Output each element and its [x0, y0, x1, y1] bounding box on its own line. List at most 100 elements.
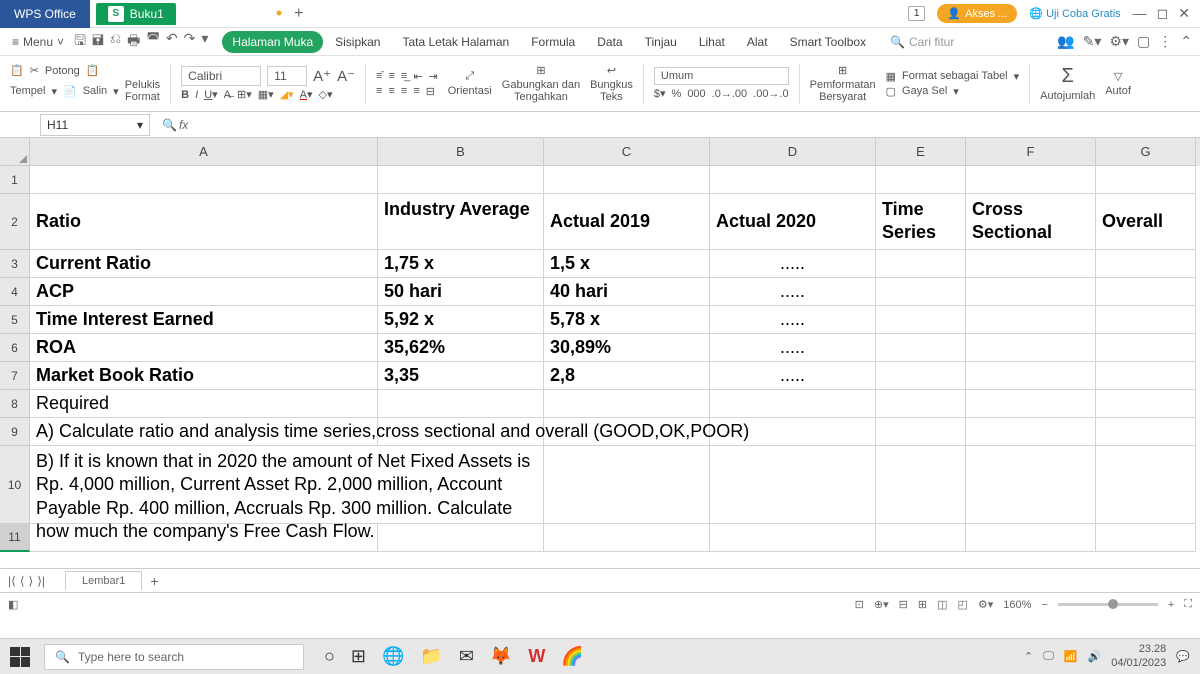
col-header[interactable]: A	[30, 138, 378, 166]
table-format-icon[interactable]: ▦	[886, 70, 896, 83]
firefox-icon[interactable]: 🦊	[490, 646, 512, 667]
cell[interactable]	[710, 446, 876, 524]
cell[interactable]: A) Calculate ratio and analysis time ser…	[30, 418, 378, 446]
cell[interactable]	[1096, 278, 1196, 306]
align-left-icon[interactable]: ≡	[376, 85, 382, 97]
cell[interactable]	[1096, 524, 1196, 552]
cell[interactable]	[1096, 166, 1196, 194]
collapse-ribbon-icon[interactable]: ⌃	[1180, 33, 1192, 50]
overflow-icon[interactable]: ⋮	[1158, 33, 1172, 50]
add-sheet-button[interactable]: +	[150, 573, 158, 589]
cell[interactable]: Cross Sectional	[966, 194, 1096, 250]
cell[interactable]	[1096, 306, 1196, 334]
akses-button[interactable]: 👤 Akses ...	[937, 4, 1017, 23]
col-header[interactable]: C	[544, 138, 710, 166]
sheet-tab[interactable]: Lembar1	[65, 571, 142, 590]
zoom-in-button[interactable]: +	[1168, 599, 1174, 611]
autofilter-label[interactable]: Autof	[1105, 85, 1131, 97]
align-right-icon[interactable]: ≡	[401, 85, 407, 97]
cell[interactable]	[966, 278, 1096, 306]
cell[interactable]: Actual 2020	[710, 194, 876, 250]
mail-icon[interactable]: ✉	[459, 646, 474, 667]
row-header[interactable]: 5	[0, 306, 30, 334]
cell[interactable]	[30, 166, 378, 194]
cell[interactable]: .....	[710, 334, 876, 362]
format-painter-small-icon[interactable]: 📋	[86, 64, 100, 77]
zoom-out-button[interactable]: −	[1041, 599, 1047, 611]
sheet-last-icon[interactable]: ⟩|	[37, 574, 45, 588]
view-layout-icon[interactable]: ◫	[937, 598, 947, 611]
zoom-slider[interactable]	[1058, 603, 1158, 606]
cell[interactable]	[378, 166, 544, 194]
indent-inc-icon[interactable]: ⇥	[429, 70, 438, 83]
conditional-fmt-icon[interactable]: ⊞	[810, 64, 876, 77]
cell-styles-icon[interactable]: ▢	[886, 85, 896, 98]
edit-icon[interactable]: ✎▾	[1083, 33, 1102, 50]
sigma-icon[interactable]: Σ	[1040, 65, 1095, 88]
pelukis-format-label[interactable]: Pelukis Format	[125, 79, 160, 103]
paste-icon[interactable]: 📋	[10, 64, 24, 77]
fx-button[interactable]: 🔍fx	[162, 118, 188, 132]
settings-icon[interactable]: ⚙▾	[1109, 33, 1129, 50]
col-header[interactable]: D	[710, 138, 876, 166]
tray-wifi-icon[interactable]: 📶	[1064, 650, 1078, 663]
cell[interactable]	[876, 278, 966, 306]
cell[interactable]	[30, 524, 378, 552]
file-tab[interactable]: S Buku1	[96, 3, 176, 25]
merge-across-icon[interactable]: ⊟	[426, 85, 435, 98]
cell[interactable]	[876, 390, 966, 418]
col-header[interactable]: G	[1096, 138, 1196, 166]
row-header[interactable]: 8	[0, 390, 30, 418]
cell[interactable]	[1096, 362, 1196, 390]
cell[interactable]	[544, 166, 710, 194]
cell-style-button[interactable]: ▦▾	[258, 88, 274, 101]
gabung-label[interactable]: Gabungkan dan Tengahkan	[502, 79, 580, 103]
bold-button[interactable]: B	[181, 89, 189, 101]
cell[interactable]	[1096, 446, 1196, 524]
cell[interactable]: 50 hari	[378, 278, 544, 306]
tray-volume-icon[interactable]: 🔊	[1088, 650, 1102, 663]
align-center-icon[interactable]: ≡	[388, 85, 394, 97]
currency-icon[interactable]: $▾	[654, 87, 666, 100]
view-center-icon[interactable]: ⊕▾	[874, 598, 889, 611]
cell[interactable]	[544, 524, 710, 552]
cell[interactable]: 5,92 x	[378, 306, 544, 334]
cell[interactable]	[544, 390, 710, 418]
notifications-icon[interactable]: 💬	[1176, 650, 1190, 663]
row-header[interactable]: 4	[0, 278, 30, 306]
start-button[interactable]	[10, 647, 30, 667]
cell[interactable]: Market Book Ratio	[30, 362, 378, 390]
view-settings-icon[interactable]: ⚙▾	[978, 598, 993, 611]
cell[interactable]: .....	[710, 250, 876, 278]
row-header[interactable]: 9	[0, 418, 30, 446]
view-pagebreak-icon[interactable]: ⊟	[899, 598, 908, 611]
tray-chevron-icon[interactable]: ⌃	[1024, 650, 1033, 663]
tab-sisipkan[interactable]: Sisipkan	[325, 31, 390, 53]
tab-data[interactable]: Data	[587, 31, 632, 53]
cell[interactable]	[876, 166, 966, 194]
tab-halaman-muka[interactable]: Halaman Muka	[222, 31, 323, 53]
zoom-level[interactable]: 160%	[1003, 599, 1031, 611]
row-header[interactable]: 2	[0, 194, 30, 250]
cell[interactable]	[1096, 418, 1196, 446]
sheet-next-icon[interactable]: ⟩	[29, 574, 34, 588]
filter-icon[interactable]: ▽	[1105, 70, 1131, 83]
cell[interactable]	[1096, 250, 1196, 278]
cell[interactable]	[876, 524, 966, 552]
view-custom-icon[interactable]: ◰	[957, 598, 967, 611]
wps-icon[interactable]: W	[528, 646, 545, 667]
save-icon[interactable]: 🖫	[74, 30, 86, 54]
new-tab-button[interactable]: +	[294, 5, 303, 23]
menu-button[interactable]: ≡ Menu ˅	[8, 33, 68, 51]
cell[interactable]	[966, 306, 1096, 334]
cell[interactable]	[966, 334, 1096, 362]
cell[interactable]	[876, 446, 966, 524]
cortana-icon[interactable]: ○	[324, 646, 335, 667]
clear-format-button[interactable]: ◇▾	[319, 88, 333, 101]
fill-color-button[interactable]: ◢▾	[280, 88, 294, 101]
cell[interactable]	[876, 334, 966, 362]
dropdown-icon[interactable]: ▾	[201, 30, 208, 54]
preview-icon[interactable]: ◚	[146, 30, 160, 54]
edge-icon[interactable]: 🌐	[382, 646, 404, 667]
tab-alat[interactable]: Alat	[737, 31, 778, 53]
